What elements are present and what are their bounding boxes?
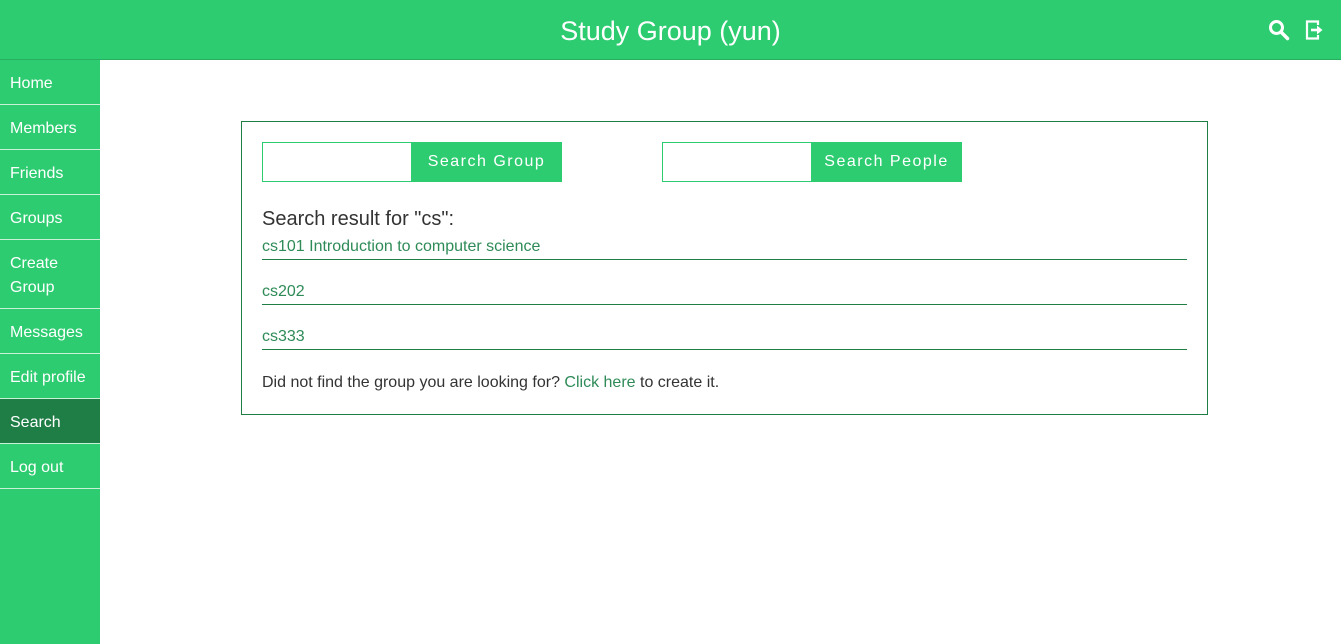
sidebar-item-create-group[interactable]: Create Group	[0, 240, 100, 309]
page-title: Study Group (yun)	[560, 16, 781, 46]
sidebar-item-friends[interactable]: Friends	[0, 150, 100, 195]
result-item[interactable]: cs202	[262, 283, 1187, 305]
sidebar-item-home[interactable]: Home	[0, 60, 100, 105]
app-header: Study Group (yun)	[0, 0, 1341, 60]
sidebar-item-log-out[interactable]: Log out	[0, 444, 100, 489]
search-icon[interactable]	[1268, 19, 1290, 41]
sidebar: Home Members Friends Groups Create Group…	[0, 60, 100, 644]
people-search-input[interactable]	[662, 142, 812, 182]
logout-icon[interactable]	[1304, 19, 1326, 41]
search-group-button[interactable]: Search Group	[411, 142, 562, 182]
search-people-button[interactable]: Search People	[811, 142, 962, 182]
search-panel: Search Group Search People Search result…	[241, 121, 1208, 415]
result-item[interactable]: cs333	[262, 328, 1187, 350]
create-group-link[interactable]: Click here	[564, 374, 635, 391]
sidebar-item-members[interactable]: Members	[0, 105, 100, 150]
group-search-input[interactable]	[262, 142, 412, 182]
sidebar-item-edit-profile[interactable]: Edit profile	[0, 354, 100, 399]
group-search-form: Search Group	[262, 142, 562, 182]
sidebar-item-messages[interactable]: Messages	[0, 309, 100, 354]
people-search-form: Search People	[662, 142, 962, 182]
sidebar-item-groups[interactable]: Groups	[0, 195, 100, 240]
sidebar-item-search[interactable]: Search	[0, 399, 100, 444]
result-item[interactable]: cs101 Introduction to computer science	[262, 238, 1187, 260]
search-result-heading: Search result for "cs":	[262, 208, 455, 230]
create-group-note: Did not find the group you are looking f…	[262, 373, 719, 393]
create-group-note-suffix: to create it.	[640, 374, 720, 391]
create-group-note-prefix: Did not find the group you are looking f…	[262, 374, 560, 391]
